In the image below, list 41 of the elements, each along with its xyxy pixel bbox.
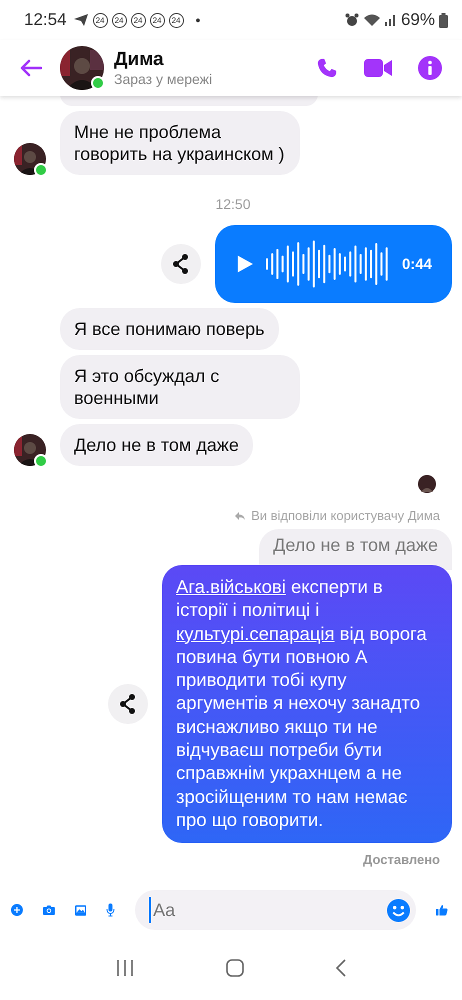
voice-duration: 0:44 bbox=[402, 256, 432, 272]
message-field[interactable]: Aa bbox=[135, 890, 416, 930]
wifi-icon bbox=[362, 13, 381, 27]
message-bubble: Я это обсуждал с военными bbox=[60, 355, 300, 419]
more-dot: • bbox=[196, 12, 200, 28]
info-icon[interactable] bbox=[418, 56, 442, 80]
clock-time: 12:54 bbox=[24, 10, 67, 30]
share-button[interactable] bbox=[161, 244, 201, 284]
video-camera-icon[interactable] bbox=[364, 59, 392, 77]
voice-message[interactable]: 0:44 bbox=[215, 225, 452, 303]
reply-icon bbox=[235, 512, 246, 520]
phone-icon[interactable] bbox=[316, 57, 338, 79]
recent-apps-icon[interactable] bbox=[116, 960, 134, 976]
back-arrow-icon[interactable] bbox=[20, 59, 42, 77]
delivery-status: Доставлено bbox=[363, 852, 440, 868]
emoji-icon[interactable] bbox=[387, 898, 410, 922]
notification-badge: 24 bbox=[112, 12, 127, 28]
message-link[interactable]: Ага.військові bbox=[176, 576, 286, 597]
notification-badge: 24 bbox=[168, 12, 184, 28]
notification-badge: 24 bbox=[92, 12, 108, 28]
battery-percent: 69% bbox=[400, 10, 435, 30]
message-bubble: Дело не в том даже bbox=[60, 424, 253, 466]
notification-badge: 24 bbox=[150, 12, 165, 28]
timestamp: 12:50 bbox=[215, 196, 251, 212]
contact-name: Дима bbox=[114, 49, 165, 71]
paper-plane-icon bbox=[72, 13, 89, 27]
battery-icon bbox=[439, 12, 448, 28]
reply-label: Ви відповіли користувачу Дима bbox=[235, 508, 452, 523]
message-bubble: Мне не проблема говорить на украинском ) bbox=[60, 111, 300, 175]
message-bubble: Ага.військові експерти в історії і політиці і культурі.сепарація від ворога повина бути повною А приводити тобі купу аргументів я нехочу занадто виснажливо якщо ти не відчуваєш потреби бути справжнім украхнцем а не зросійщеним то нам немає про що говорити. bbox=[162, 565, 452, 844]
signal-icon bbox=[384, 14, 397, 26]
play-icon[interactable] bbox=[237, 253, 254, 275]
notification-badge: 24 bbox=[130, 12, 146, 28]
read-receipt-avatar bbox=[418, 475, 436, 493]
share-button[interactable] bbox=[108, 684, 148, 724]
message-input[interactable]: Aa bbox=[151, 900, 388, 920]
back-icon[interactable] bbox=[336, 959, 346, 977]
contact-status: Зараз у мережі bbox=[114, 71, 212, 87]
message-bubble: Я все понимаю поверь bbox=[60, 308, 279, 350]
message-link[interactable]: культурі.сепарація bbox=[176, 622, 335, 644]
home-icon[interactable] bbox=[226, 959, 244, 977]
